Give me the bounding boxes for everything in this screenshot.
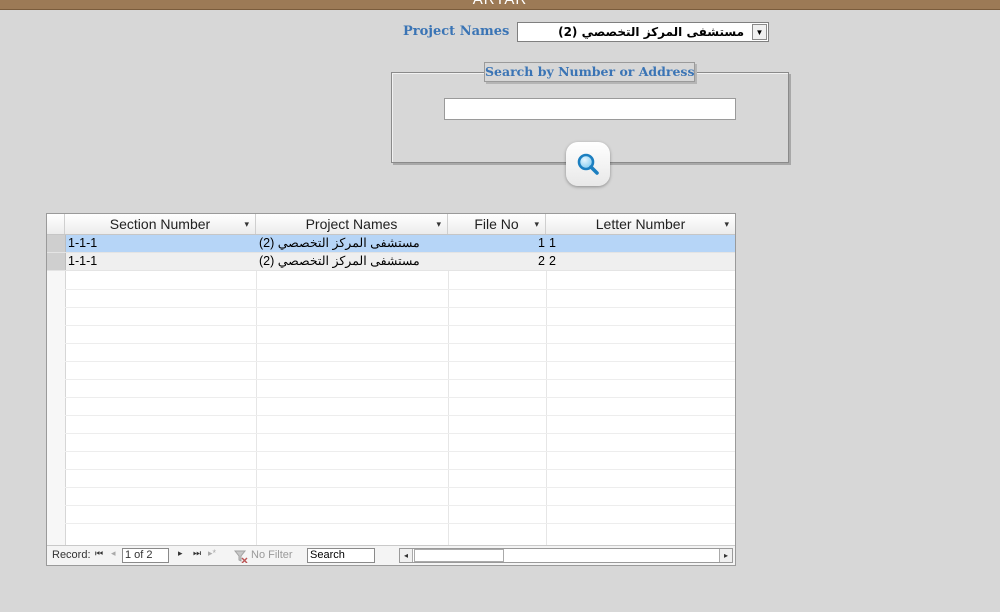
- record-selector[interactable]: [47, 235, 66, 252]
- grid-line: [65, 361, 735, 362]
- sort-filter-icon[interactable]: ▾: [244, 214, 249, 234]
- sort-filter-icon[interactable]: ▾: [436, 214, 441, 234]
- record-selector-column: [47, 235, 66, 545]
- window-title: ARTAR: [0, 0, 1000, 8]
- grid-line: [65, 505, 735, 506]
- last-record-icon[interactable]: ⏭: [193, 548, 201, 559]
- new-record-icon[interactable]: ▸*: [208, 548, 216, 559]
- column-divider: [546, 235, 547, 545]
- column-header-project-names[interactable]: Project Names ▾: [256, 214, 448, 234]
- cell-file-no[interactable]: 2: [448, 253, 545, 270]
- grid-line: [65, 325, 735, 326]
- record-search-input[interactable]: Search: [307, 548, 375, 563]
- search-icon: [577, 153, 599, 175]
- grid-line: [65, 433, 735, 434]
- sort-filter-icon[interactable]: ▾: [534, 214, 539, 234]
- cell-letter-number[interactable]: 2: [549, 253, 729, 270]
- no-filter-button[interactable]: No Filter: [251, 549, 293, 561]
- cell-project-name[interactable]: مستشفى المركز التخصصي (2): [259, 253, 449, 270]
- column-divider: [256, 235, 257, 545]
- search-group-title: Search by Number or Address: [484, 62, 695, 82]
- chevron-down-icon[interactable]: ▼: [752, 24, 767, 40]
- column-header-file-no[interactable]: File No ▾: [448, 214, 546, 234]
- column-label: Project Names: [305, 216, 398, 232]
- column-label: Letter Number: [595, 216, 686, 232]
- filter-icon: [234, 550, 248, 563]
- cell-file-no[interactable]: 1: [448, 235, 545, 252]
- table-header: Section Number ▾ Project Names ▾ File No…: [47, 214, 735, 235]
- first-record-icon[interactable]: ⏮: [95, 548, 103, 559]
- grid-line: [65, 379, 735, 380]
- record-selector[interactable]: [47, 253, 66, 270]
- column-label: Section Number: [109, 216, 211, 232]
- scroll-right-icon[interactable]: ▸: [719, 549, 732, 562]
- cell-letter-number[interactable]: 1: [549, 235, 729, 252]
- grid-line: [65, 451, 735, 452]
- grid-line: [65, 415, 735, 416]
- grid-line: [65, 397, 735, 398]
- scroll-left-icon[interactable]: ◂: [400, 549, 413, 562]
- horizontal-scrollbar[interactable]: ◂ ▸: [399, 548, 733, 563]
- next-record-icon[interactable]: ▸: [178, 548, 183, 559]
- results-datasheet: Section Number ▾ Project Names ▾ File No…: [46, 213, 736, 566]
- search-input[interactable]: [444, 98, 736, 120]
- cell-section-number[interactable]: 1-1-1: [68, 235, 254, 252]
- cell-project-name[interactable]: مستشفى المركز التخصصي (2): [259, 235, 449, 252]
- project-names-combobox[interactable]: مستشفى المركز التخصصي (2) ▼: [517, 22, 769, 42]
- column-divider: [448, 235, 449, 545]
- previous-record-icon[interactable]: ◂: [111, 548, 116, 559]
- grid-line: [65, 289, 735, 290]
- column-header-section-number[interactable]: Section Number ▾: [65, 214, 256, 234]
- scrollbar-thumb[interactable]: [414, 549, 504, 562]
- title-bar: ARTAR: [0, 0, 1000, 10]
- column-label: File No: [474, 216, 519, 232]
- project-names-selected: مستشفى المركز التخصصي (2): [558, 25, 744, 39]
- record-navigation-bar: Record: ⏮ ◂ 1 of 2 ▸ ⏭ ▸* No Filter Sear…: [47, 545, 735, 565]
- cell-section-number[interactable]: 1-1-1: [68, 253, 254, 270]
- record-label: Record:: [52, 549, 91, 561]
- grid-line: [65, 343, 735, 344]
- select-all-corner[interactable]: [47, 214, 65, 234]
- table-row[interactable]: 1-1-1 مستشفى المركز التخصصي (2) 1 1: [47, 235, 735, 253]
- table-row[interactable]: 1-1-1 مستشفى المركز التخصصي (2) 2 2: [47, 253, 735, 271]
- column-header-letter-number[interactable]: Letter Number ▾: [546, 214, 735, 234]
- grid-line: [65, 307, 735, 308]
- project-names-label: Project Names: [403, 24, 510, 39]
- sort-filter-icon[interactable]: ▾: [724, 214, 729, 234]
- grid-line: [65, 469, 735, 470]
- search-button[interactable]: [566, 142, 610, 186]
- record-position-input[interactable]: 1 of 2: [122, 548, 169, 563]
- grid-line: [65, 523, 735, 524]
- grid-line: [65, 487, 735, 488]
